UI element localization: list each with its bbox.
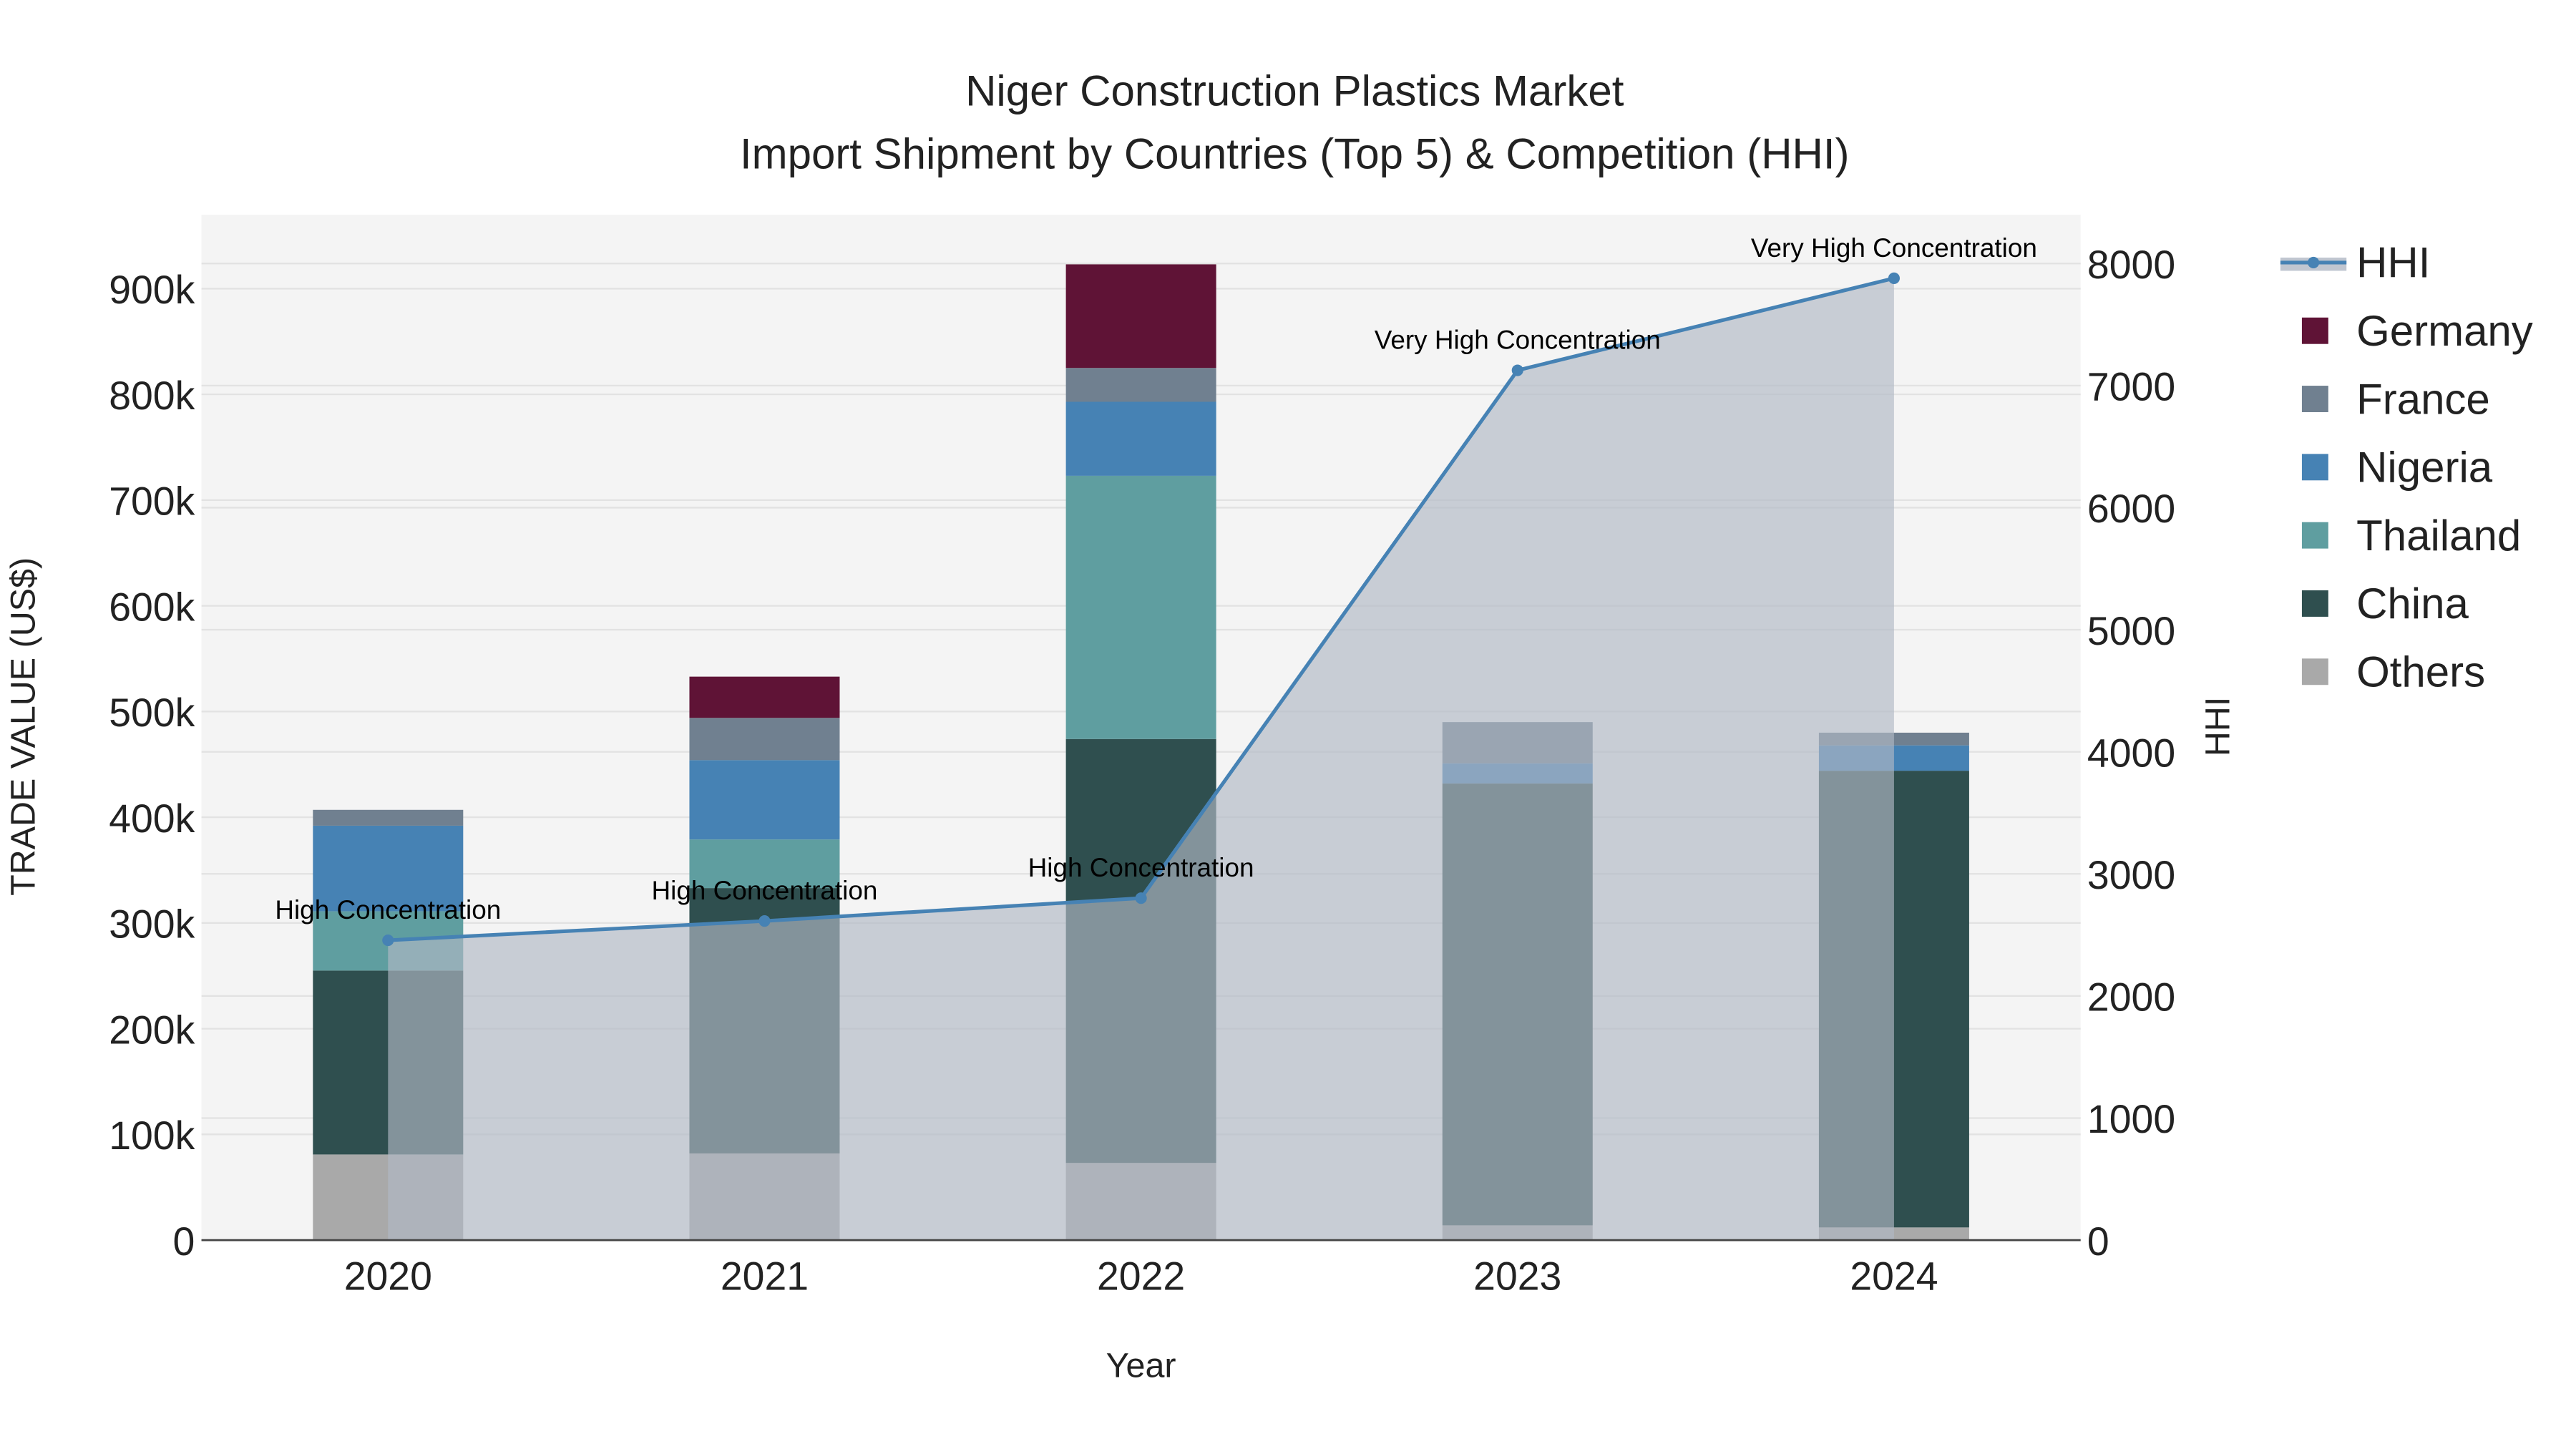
- y2-axis-label: HHI: [2198, 697, 2237, 756]
- hhi-point: [758, 915, 771, 927]
- hhi-annotation: High Concentration: [651, 876, 877, 905]
- x-tick-label: 2020: [344, 1254, 432, 1298]
- x-axis-ticks: 2020 2021 2022 2023 2024: [344, 1254, 1938, 1298]
- legend-label: China: [2356, 580, 2469, 628]
- hhi-point: [1135, 892, 1147, 904]
- y-tick-label: 900k: [109, 268, 195, 312]
- hhi-point: [1511, 364, 1523, 376]
- y2-tick-label: 4000: [2087, 731, 2175, 775]
- bar-germany-2022: [1065, 264, 1216, 369]
- x-tick-label: 2021: [721, 1254, 809, 1298]
- legend-label: HHI: [2356, 239, 2430, 287]
- x-axis-label: Year: [1106, 1347, 1176, 1385]
- y-tick-label: 300k: [109, 902, 195, 947]
- y-tick-label: 500k: [109, 691, 195, 735]
- legend-swatch-germany: [2301, 317, 2328, 344]
- hhi-point: [382, 934, 394, 947]
- legend-swatch-france: [2301, 386, 2328, 412]
- y2-tick-label: 3000: [2087, 853, 2175, 897]
- legend-label: Others: [2356, 648, 2485, 696]
- legend: HHI Germany France Nigeria Thailand China Othe…: [2280, 239, 2533, 696]
- bar-thailand-2022: [1065, 475, 1216, 739]
- y-tick-label: 800k: [109, 374, 195, 418]
- chart-title: Niger Construction Plastics Market: [965, 67, 1624, 115]
- legend-swatch-others: [2301, 658, 2328, 686]
- bar-france-2020: [313, 809, 464, 826]
- chart-subtitle: Import Shipment by Countries (Top 5) & C…: [740, 130, 1850, 177]
- y2-tick-label: 2000: [2087, 975, 2175, 1020]
- y-axis-ticks: 0 100k 200k 300k 400k 500k 600k 700k 800k 900k: [109, 268, 195, 1264]
- bar-france-2022: [1065, 368, 1216, 402]
- hhi-annotation: Very High Concentration: [1751, 233, 2037, 263]
- y2-tick-label: 7000: [2087, 365, 2175, 409]
- legend-label: Germany: [2356, 307, 2533, 355]
- y-tick-label: 400k: [109, 796, 195, 841]
- legend-swatch-thailand: [2301, 522, 2328, 549]
- x-tick-label: 2023: [1473, 1254, 1561, 1298]
- legend-label: Nigeria: [2356, 444, 2493, 492]
- x-tick-label: 2022: [1097, 1254, 1185, 1298]
- legend-hhi-marker: [2308, 256, 2320, 268]
- y2-tick-label: 6000: [2087, 487, 2175, 531]
- hhi-annotation: High Concentration: [1028, 853, 1254, 882]
- legend-swatch-china: [2301, 590, 2328, 617]
- bar-nigeria-2022: [1065, 401, 1216, 476]
- bar-nigeria-2021: [689, 760, 840, 840]
- y2-tick-label: 5000: [2087, 609, 2175, 653]
- legend-label: Thailand: [2356, 512, 2521, 560]
- legend-swatch-nigeria: [2301, 454, 2328, 481]
- hhi-annotation: Very High Concentration: [1375, 326, 1661, 355]
- x-tick-label: 2024: [1850, 1254, 1938, 1298]
- y-tick-label: 100k: [109, 1113, 195, 1158]
- y-tick-label: 200k: [109, 1008, 195, 1052]
- hhi-point: [1888, 272, 1900, 284]
- y-tick-label: 700k: [109, 479, 195, 524]
- y-tick-label: 600k: [109, 585, 195, 629]
- y2-tick-label: 0: [2087, 1219, 2109, 1264]
- bar-germany-2021: [689, 676, 840, 718]
- y-tick-label: 0: [172, 1219, 195, 1264]
- bar-france-2021: [689, 718, 840, 761]
- y2-axis-ticks: 0 1000 2000 3000 4000 5000 6000 7000 8000: [2087, 243, 2175, 1264]
- legend-label: France: [2356, 375, 2490, 423]
- chart: High Concentration High Concentration High…: [4, 67, 2533, 1385]
- y2-tick-label: 8000: [2087, 243, 2175, 287]
- y2-tick-label: 1000: [2087, 1097, 2175, 1141]
- hhi-annotation: High Concentration: [275, 895, 501, 924]
- y-axis-label: TRADE VALUE (US$): [4, 557, 42, 896]
